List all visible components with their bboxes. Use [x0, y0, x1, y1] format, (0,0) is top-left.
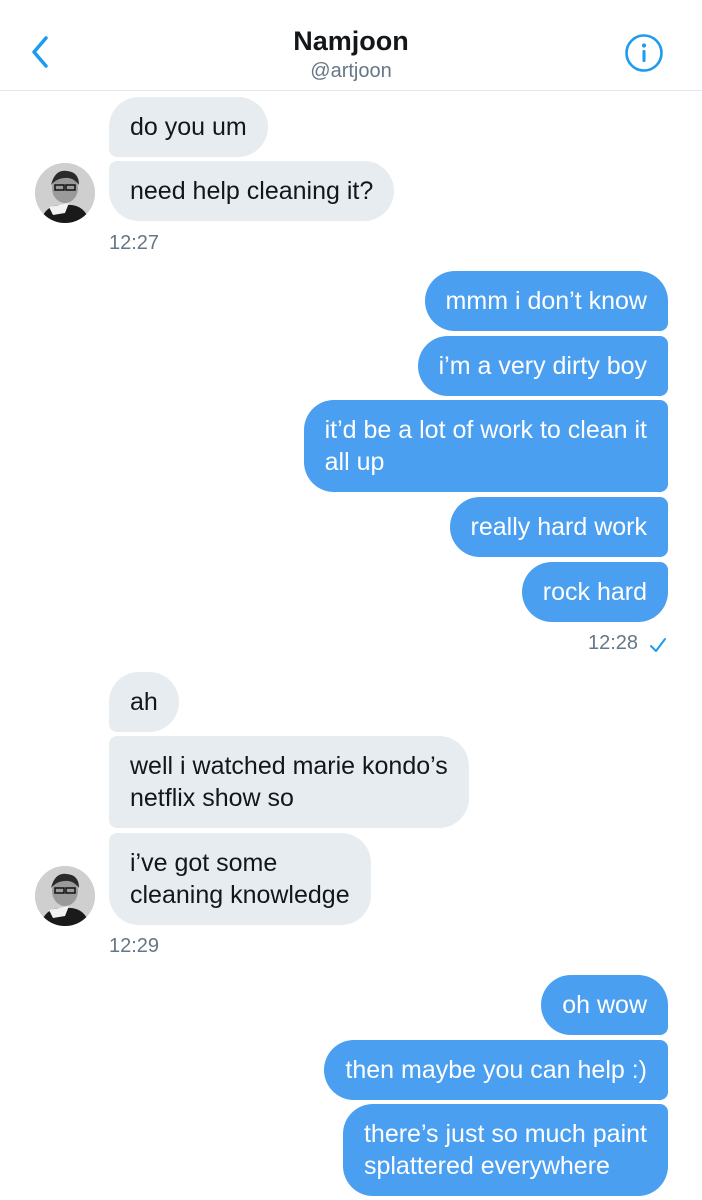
avatar[interactable]	[35, 163, 95, 223]
avatar-image	[35, 163, 95, 223]
timestamp: 12:28	[588, 632, 639, 654]
conversation-handle: @artjoon	[310, 60, 392, 82]
outgoing-message[interactable]: really hard work	[449, 497, 668, 557]
incoming-message[interactable]: well i watched marie kondo’s netflix sho…	[109, 736, 469, 828]
outgoing-message[interactable]: i’m a very dirty boy	[417, 336, 668, 396]
outgoing-message[interactable]: rock hard	[521, 562, 668, 622]
outgoing-message[interactable]: oh wow	[541, 975, 668, 1035]
incoming-message[interactable]: do you um	[109, 97, 268, 157]
conversation-header: Namjoon @artjoon	[0, 0, 702, 91]
outgoing-message[interactable]: then maybe you can help :)	[324, 1040, 668, 1100]
avatar-image	[35, 866, 95, 926]
read-checkmark-icon	[650, 638, 666, 652]
outgoing-message[interactable]: it’d be a lot of work to clean it all up	[303, 400, 668, 492]
outgoing-message[interactable]: there’s just so much paint splattered ev…	[342, 1104, 668, 1196]
conversation-title: Namjoon	[293, 26, 409, 56]
timestamp: 12:27	[109, 232, 160, 254]
incoming-message[interactable]: i’ve got some cleaning knowledge	[109, 833, 371, 925]
outgoing-message[interactable]: mmm i don’t know	[424, 271, 668, 331]
incoming-message[interactable]: ah	[109, 672, 179, 732]
incoming-message[interactable]: need help cleaning it?	[109, 161, 395, 221]
timestamp: 12:29	[109, 935, 160, 957]
info-icon[interactable]	[624, 33, 664, 73]
avatar[interactable]	[35, 866, 95, 926]
